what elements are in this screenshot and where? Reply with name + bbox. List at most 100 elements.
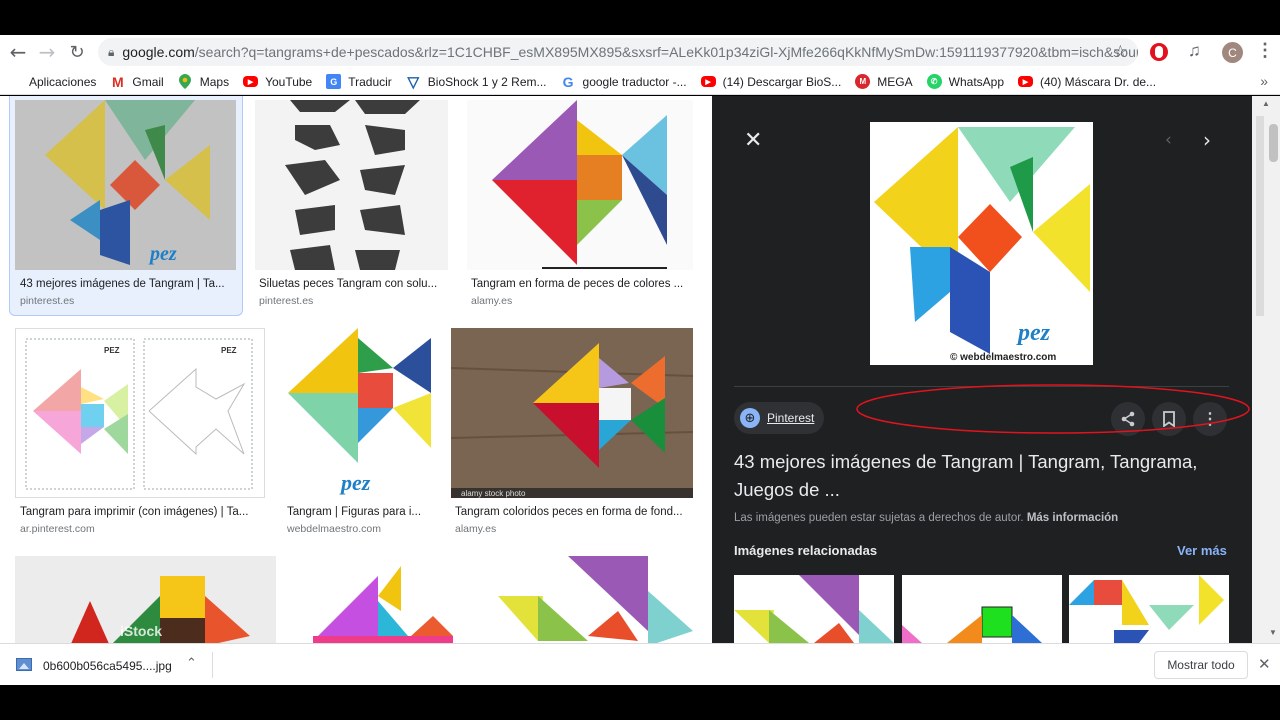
back-icon[interactable]: ← bbox=[3, 35, 33, 69]
scroll-down-icon[interactable]: ▼ bbox=[1269, 628, 1277, 637]
bookmark-label: (14) Descargar BioS... bbox=[722, 74, 842, 89]
result-caption[interactable]: Tangram coloridos peces en forma de fond… bbox=[455, 506, 691, 518]
bookmark-bioshock[interactable]: ▽ BioShock 1 y 2 Rem... bbox=[406, 73, 547, 91]
google-icon: G bbox=[562, 73, 574, 90]
bookmark-label: (40) Máscara Dr. de... bbox=[1040, 74, 1157, 89]
bookmark-google-translate[interactable]: Ggoogle traductor -... bbox=[561, 73, 687, 90]
result-caption[interactable]: 43 mejores imágenes de Tangram | Ta... bbox=[20, 278, 232, 290]
site-credit: © webdelmaestro.com bbox=[950, 352, 1056, 363]
preview-image[interactable]: pez © webdelmaestro.com bbox=[870, 122, 1093, 365]
related-image[interactable] bbox=[1069, 575, 1229, 643]
bookmark-apps[interactable]: Aplicaciones bbox=[8, 75, 96, 89]
scroll-up-icon[interactable]: ▲ bbox=[1262, 99, 1270, 108]
forward-icon[interactable]: → bbox=[32, 35, 62, 69]
youtube-icon: ▶ bbox=[700, 76, 716, 87]
pez-label: pez bbox=[1016, 320, 1051, 346]
more-bookmarks-icon[interactable]: » bbox=[1260, 73, 1268, 89]
media-control-icon[interactable]: ♫ bbox=[1188, 41, 1201, 61]
bookmark-label: google traductor -... bbox=[582, 74, 687, 89]
youtube-icon: ▶ bbox=[243, 76, 259, 87]
pez-label: pez bbox=[148, 243, 177, 265]
address-bar[interactable]: 🔒︎ google.com/search?q=tangrams+de+pesca… bbox=[98, 38, 1138, 66]
divider bbox=[212, 652, 213, 678]
result-thumbnail[interactable]: PEZ PEZ bbox=[15, 328, 265, 498]
copyright-notice: Las imágenes pueden estar sujetas a dere… bbox=[734, 512, 1118, 524]
show-all-button[interactable]: Mostrar todo bbox=[1154, 651, 1248, 679]
pez-label: pez bbox=[339, 470, 371, 495]
related-image[interactable] bbox=[734, 575, 894, 643]
url-host: google.com bbox=[122, 44, 195, 60]
bookmark-label: Gmail bbox=[132, 74, 164, 89]
image-file-icon bbox=[16, 658, 32, 671]
chevron-up-icon[interactable]: ⌃ bbox=[186, 656, 197, 671]
bookmark-youtube-bioshock[interactable]: ▶ (14) Descargar BioS... bbox=[700, 74, 842, 89]
image-title[interactable]: 43 mejores imágenes de Tangram | Tangram… bbox=[734, 448, 1224, 504]
download-bar: 0b600b056ca5495....jpg ⌃ Mostrar todo ✕ bbox=[0, 643, 1280, 685]
alamy-watermark: alamy stock photo bbox=[461, 489, 526, 498]
reload-icon[interactable]: ↻ bbox=[62, 35, 92, 69]
scrollbar-thumb[interactable] bbox=[1269, 124, 1278, 162]
bookmark-translate[interactable]: G Traducir bbox=[326, 74, 392, 89]
result-thumbnail[interactable]: alamy stock photo bbox=[451, 328, 693, 498]
bookmark-star-icon[interactable]: ☆ bbox=[1113, 42, 1128, 62]
result-caption[interactable]: Siluetas peces Tangram con solu... bbox=[259, 278, 444, 290]
result-source: alamy.es bbox=[455, 523, 497, 535]
result-caption[interactable]: Tangram en forma de peces de colores ... bbox=[471, 278, 691, 290]
bioshock-icon: ▽ bbox=[407, 73, 420, 91]
profile-avatar[interactable]: C bbox=[1222, 42, 1243, 63]
close-icon[interactable]: ✕ bbox=[744, 128, 762, 153]
mega-icon: M bbox=[855, 74, 871, 89]
related-image[interactable] bbox=[902, 575, 1062, 643]
translate-icon: G bbox=[326, 74, 342, 89]
result-source: alamy.es bbox=[471, 295, 513, 307]
bookmarks-bar: Aplicaciones M Gmail Maps ▶ YouTube G Tradu… bbox=[0, 69, 1280, 95]
see-more-link[interactable]: Ver más bbox=[1177, 543, 1227, 558]
bookmark-whatsapp[interactable]: ✆ WhatsApp bbox=[926, 74, 1004, 89]
related-images-heading: Imágenes relacionadas bbox=[734, 543, 878, 558]
url-path: /search?q=tangrams+de+pescados&rlz=1C1CH… bbox=[194, 44, 1138, 60]
bookmark-label: WhatsApp bbox=[948, 74, 1004, 89]
previous-image-icon[interactable]: ‹ bbox=[1165, 130, 1172, 150]
bookmark-gmail[interactable]: M Gmail bbox=[110, 73, 164, 90]
page-scrollbar[interactable]: ▲ ▼ bbox=[1252, 96, 1280, 643]
bookmark-label: Aplicaciones bbox=[29, 74, 97, 89]
result-thumbnail[interactable] bbox=[467, 100, 693, 270]
result-thumbnail[interactable]: pez bbox=[15, 100, 236, 270]
maps-icon bbox=[178, 74, 193, 89]
bookmark-label: MEGA bbox=[877, 74, 913, 89]
gmail-icon: M bbox=[112, 73, 124, 90]
result-source: pinterest.es bbox=[20, 295, 75, 307]
pez-label-right: PEZ bbox=[221, 346, 237, 355]
opera-extension-icon[interactable] bbox=[1150, 43, 1168, 61]
result-caption[interactable]: Tangram para imprimir (con imágenes) | T… bbox=[20, 506, 260, 518]
result-thumbnail[interactable] bbox=[493, 556, 693, 643]
pez-label-left: PEZ bbox=[104, 346, 120, 355]
youtube-icon: ▶ bbox=[1018, 76, 1033, 87]
disclaimer-text: Las imágenes pueden estar sujetas a dere… bbox=[734, 512, 1024, 524]
result-thumbnail[interactable]: pez bbox=[283, 328, 433, 498]
download-filename[interactable]: 0b600b056ca5495....jpg bbox=[43, 659, 172, 673]
browser-menu-icon[interactable]: ⋮ bbox=[1256, 40, 1274, 61]
source-chip[interactable]: ⊕ Pinterest bbox=[734, 402, 825, 434]
panel-scrollbar-thumb[interactable] bbox=[1256, 116, 1264, 316]
istock-watermark: iStock bbox=[120, 623, 162, 639]
result-thumbnail[interactable] bbox=[255, 100, 448, 270]
bookmark-label: Maps bbox=[199, 74, 230, 89]
result-source: ar.pinterest.com bbox=[20, 523, 95, 535]
result-thumbnail[interactable] bbox=[293, 556, 460, 643]
result-thumbnail[interactable]: iStock bbox=[15, 556, 276, 643]
result-caption[interactable]: Tangram | Figuras para i... bbox=[287, 506, 432, 518]
globe-icon: ⊕ bbox=[740, 408, 760, 428]
close-download-bar-icon[interactable]: ✕ bbox=[1258, 655, 1271, 673]
result-source: webdelmaestro.com bbox=[287, 523, 381, 535]
source-chip-label: Pinterest bbox=[767, 411, 815, 425]
whatsapp-icon: ✆ bbox=[926, 74, 942, 89]
next-image-icon[interactable]: › bbox=[1203, 128, 1211, 152]
bookmark-youtube[interactable]: ▶ YouTube bbox=[243, 75, 312, 89]
image-preview-panel: ✕ ‹ › pez © webdelmaestro.com ⊕ Pinteres… bbox=[712, 96, 1252, 643]
bookmark-youtube-mascara[interactable]: ▶ (40) Máscara Dr. de... bbox=[1018, 75, 1156, 89]
bookmark-mega[interactable]: M MEGA bbox=[855, 74, 913, 89]
bookmark-maps[interactable]: Maps bbox=[178, 74, 229, 89]
bookmark-label: Traducir bbox=[348, 74, 392, 89]
more-info-link[interactable]: Más información bbox=[1027, 512, 1118, 524]
